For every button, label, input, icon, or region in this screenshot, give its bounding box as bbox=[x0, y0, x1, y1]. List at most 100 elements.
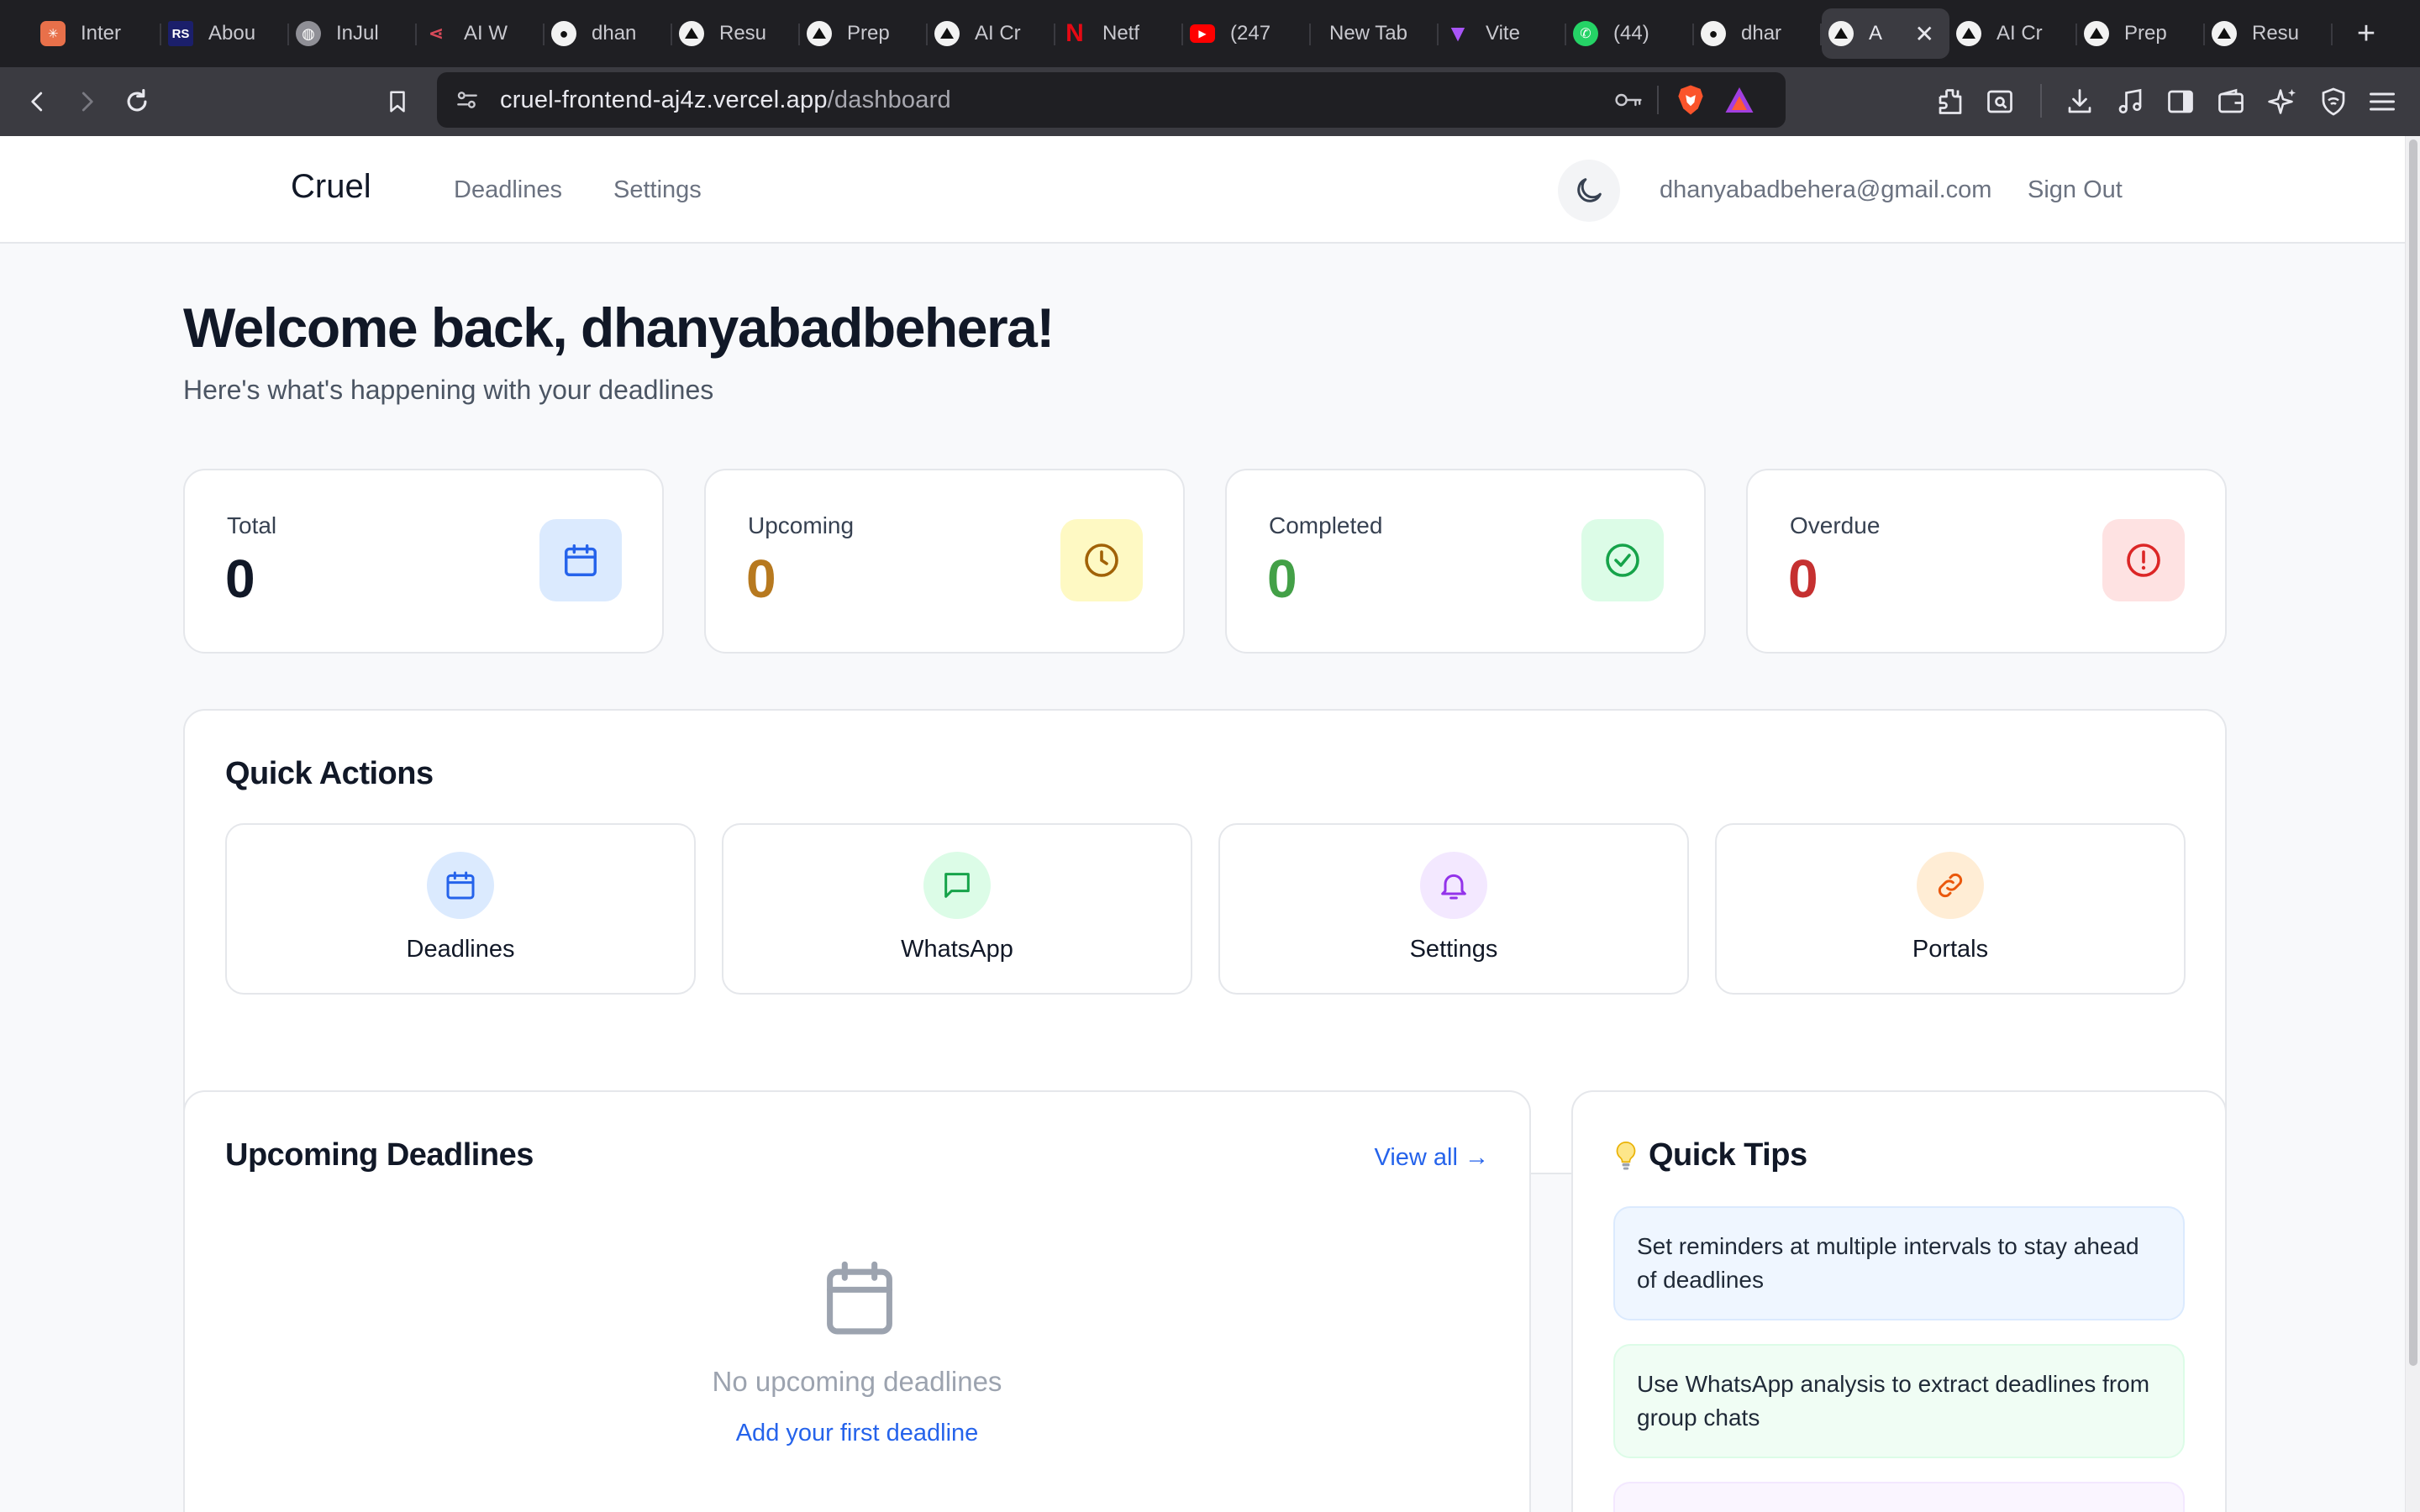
user-email: dhanyabadbehera@gmail.com bbox=[1660, 176, 1992, 203]
arrow-right-icon bbox=[82, 92, 93, 112]
stat-label: Completed bbox=[1269, 512, 1383, 538]
reader-mode-button[interactable] bbox=[1981, 82, 2019, 121]
tab-label: AI Cr bbox=[1996, 22, 2043, 45]
tab-label: (247 bbox=[1230, 22, 1271, 45]
stat-card-completed: Completed 0 bbox=[1225, 469, 1706, 654]
page-title: Welcome back, dhanyabadbehera! bbox=[183, 297, 1055, 359]
close-tab-icon[interactable]: ✕ bbox=[1915, 20, 1934, 48]
tab-label: dhan bbox=[592, 22, 637, 45]
browser-tab[interactable]: ◍ InJul bbox=[289, 8, 417, 59]
nav-link-deadlines[interactable]: Deadlines bbox=[454, 176, 562, 204]
quick-action-portals[interactable]: Portals bbox=[1715, 823, 2186, 995]
browser-toolbar: cruel-frontend-aj4z.vercel.app/dashboard bbox=[0, 67, 2420, 136]
view-all-link[interactable]: View all → bbox=[1375, 1144, 1489, 1172]
quick-tips-heading: Quick Tips bbox=[1613, 1137, 1807, 1173]
browser-tab[interactable]: New Tab bbox=[1311, 8, 1439, 59]
bookmark-icon bbox=[390, 91, 405, 113]
sparkle-icon bbox=[2268, 89, 2296, 114]
wallet-button[interactable] bbox=[2212, 82, 2250, 121]
site-settings-icon[interactable] bbox=[454, 87, 481, 113]
page-scrollbar[interactable] bbox=[2405, 136, 2420, 1512]
browser-tab[interactable]: ⋖ AI W bbox=[417, 8, 544, 59]
browser-tab[interactable]: Resu bbox=[2205, 8, 2333, 59]
browser-tab[interactable]: ✳ Inter bbox=[34, 8, 161, 59]
tab-label: Resu bbox=[719, 22, 767, 45]
browser-tab[interactable]: N Netf bbox=[1055, 8, 1183, 59]
back-button[interactable] bbox=[17, 81, 59, 123]
tab-label: AI W bbox=[464, 22, 508, 45]
calendar-icon bbox=[446, 871, 475, 900]
forward-button[interactable] bbox=[66, 81, 108, 123]
reload-icon bbox=[127, 88, 147, 112]
menu-button[interactable] bbox=[2363, 82, 2402, 121]
key-icon[interactable] bbox=[1613, 87, 1644, 113]
browser-tab[interactable]: Prep bbox=[800, 8, 928, 59]
tab-label: New Tab bbox=[1329, 22, 1407, 45]
action-icon-box bbox=[1917, 852, 1984, 919]
whatsapp-icon: ✆ bbox=[1573, 21, 1598, 46]
quick-action-settings[interactable]: Settings bbox=[1218, 823, 1689, 995]
browser-tab[interactable]: ▶ (247 bbox=[1183, 8, 1311, 59]
browser-tab[interactable]: RS Abou bbox=[161, 8, 289, 59]
url-text[interactable]: cruel-frontend-aj4z.vercel.app/dashboard bbox=[500, 87, 951, 114]
browser-tab[interactable]: ▼ Vite bbox=[1439, 8, 1566, 59]
url-path: /dashboard bbox=[827, 86, 951, 113]
quick-action-deadlines[interactable]: Deadlines bbox=[225, 823, 696, 995]
media-button[interactable] bbox=[2111, 82, 2149, 121]
browser-tab[interactable]: AI Cr bbox=[928, 8, 1055, 59]
tab-label: A bbox=[1869, 22, 1883, 45]
tab-label: AI Cr bbox=[975, 22, 1021, 45]
quick-actions-title: Quick Actions bbox=[225, 756, 434, 791]
vercel-icon bbox=[934, 21, 960, 46]
stat-value: 0 bbox=[1267, 549, 1297, 609]
stat-label: Upcoming bbox=[748, 512, 855, 538]
netflix-icon: N bbox=[1065, 19, 1084, 47]
vercel-icon bbox=[1828, 21, 1854, 46]
globe-icon: ◍ bbox=[296, 21, 321, 46]
vite-icon: ▼ bbox=[1446, 20, 1470, 46]
downloads-button[interactable] bbox=[2060, 82, 2099, 121]
toolbar-divider bbox=[2040, 84, 2042, 118]
browser-tab[interactable]: ✆ (44) bbox=[1566, 8, 1694, 59]
tab-label: dhar bbox=[1741, 22, 1782, 45]
stat-value: 0 bbox=[746, 549, 776, 609]
nav-link-settings[interactable]: Settings bbox=[613, 176, 702, 204]
browser-tab[interactable]: Resu bbox=[672, 8, 800, 59]
rs-icon: RS bbox=[168, 21, 193, 46]
page-subtitle: Here's what's happening with your deadli… bbox=[183, 375, 714, 405]
address-bar[interactable]: cruel-frontend-aj4z.vercel.app/dashboard bbox=[437, 72, 1786, 128]
quick-action-whatsapp[interactable]: WhatsApp bbox=[722, 823, 1192, 995]
browser-tab[interactable]: ● dhar bbox=[1694, 8, 1822, 59]
brave-rewards-icon[interactable] bbox=[1724, 86, 1754, 114]
browser-tab[interactable]: AI Cr bbox=[1949, 8, 2077, 59]
sidebar-button[interactable] bbox=[2161, 82, 2200, 121]
tab-label: Abou bbox=[208, 22, 256, 45]
browser-tab[interactable]: Prep bbox=[2077, 8, 2205, 59]
stat-icon-box bbox=[2102, 519, 2185, 601]
browser-tab[interactable]: ● dhan bbox=[544, 8, 672, 59]
stat-icon-box bbox=[1581, 519, 1664, 601]
stat-icon-box bbox=[539, 519, 622, 601]
theme-toggle-button[interactable] bbox=[1558, 160, 1620, 222]
extensions-button[interactable] bbox=[1931, 82, 1970, 121]
youtube-icon: ▶ bbox=[1190, 24, 1215, 43]
brave-shields-icon[interactable] bbox=[1676, 84, 1706, 116]
vercel-icon bbox=[2212, 21, 2237, 46]
bookmark-button[interactable] bbox=[376, 81, 418, 123]
sign-out-button[interactable]: Sign Out bbox=[2028, 176, 2123, 204]
add-first-deadline-link[interactable]: Add your first deadline bbox=[185, 1420, 1529, 1447]
leo-ai-button[interactable] bbox=[2264, 82, 2302, 121]
clock-icon bbox=[1085, 543, 1118, 577]
empty-calendar-icon bbox=[823, 1260, 896, 1341]
vpn-button[interactable] bbox=[2314, 82, 2353, 121]
hamburger-icon bbox=[2370, 92, 2395, 111]
scrollbar-thumb[interactable] bbox=[2409, 139, 2417, 1366]
reload-button[interactable] bbox=[116, 81, 158, 123]
empty-state-text: No upcoming deadlines bbox=[712, 1366, 1002, 1397]
lightbulb-icon bbox=[1616, 1141, 1636, 1170]
stat-card-total: Total 0 bbox=[183, 469, 664, 654]
brand-logo[interactable]: Cruel bbox=[291, 168, 371, 206]
new-tab-button[interactable]: + bbox=[2349, 16, 2383, 52]
action-label: Deadlines bbox=[406, 936, 515, 963]
browser-tab-active[interactable]: A ✕ bbox=[1822, 8, 1949, 59]
